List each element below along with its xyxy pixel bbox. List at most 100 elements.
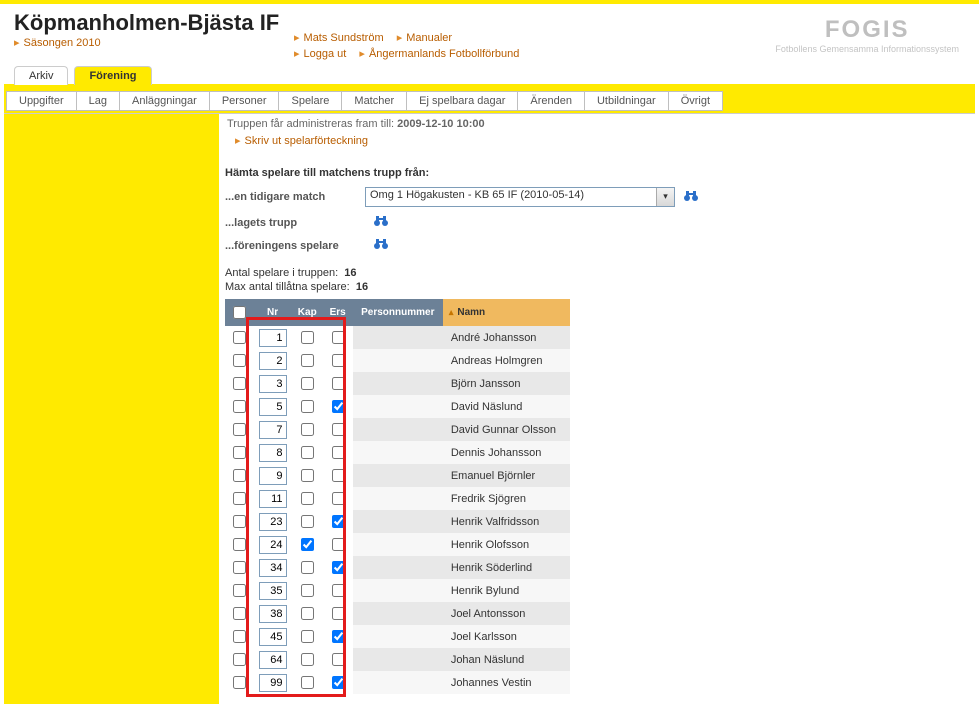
- kap-checkbox[interactable]: [301, 607, 314, 620]
- print-roster-link[interactable]: Skriv ut spelarförteckning: [235, 134, 368, 147]
- link-logout[interactable]: Logga ut: [294, 48, 346, 60]
- secondary-tab-matcher[interactable]: Matcher: [341, 91, 407, 111]
- ers-checkbox[interactable]: [332, 515, 345, 528]
- kap-checkbox[interactable]: [301, 561, 314, 574]
- col-personnummer[interactable]: Personnummer: [353, 299, 443, 326]
- team-squad-label: ...lagets trupp: [225, 217, 365, 229]
- ers-checkbox[interactable]: [332, 354, 345, 367]
- link-federation[interactable]: Ångermanlands Fotbollförbund: [359, 48, 519, 60]
- nr-input[interactable]: [259, 536, 287, 554]
- kap-checkbox[interactable]: [301, 354, 314, 367]
- nr-input[interactable]: [259, 513, 287, 531]
- kap-checkbox[interactable]: [301, 446, 314, 459]
- ers-checkbox[interactable]: [332, 377, 345, 390]
- nr-input[interactable]: [259, 605, 287, 623]
- ers-checkbox[interactable]: [332, 331, 345, 344]
- primary-tab-arkiv[interactable]: Arkiv: [14, 66, 68, 85]
- kap-checkbox[interactable]: [301, 515, 314, 528]
- row-select-checkbox[interactable]: [233, 653, 246, 666]
- kap-checkbox[interactable]: [301, 630, 314, 643]
- ers-checkbox[interactable]: [332, 607, 345, 620]
- binoculars-icon[interactable]: [373, 215, 389, 230]
- kap-checkbox[interactable]: [301, 653, 314, 666]
- ers-checkbox[interactable]: [332, 584, 345, 597]
- row-select-checkbox[interactable]: [233, 607, 246, 620]
- nr-input[interactable]: [259, 375, 287, 393]
- row-select-checkbox[interactable]: [233, 446, 246, 459]
- link-user[interactable]: Mats Sundström: [294, 32, 384, 44]
- row-select-checkbox[interactable]: [233, 354, 246, 367]
- row-select-checkbox[interactable]: [233, 331, 246, 344]
- kap-checkbox[interactable]: [301, 584, 314, 597]
- row-select-checkbox[interactable]: [233, 377, 246, 390]
- table-row: Fredrik Sjögren: [225, 487, 570, 510]
- kap-checkbox[interactable]: [301, 469, 314, 482]
- row-select-checkbox[interactable]: [233, 469, 246, 482]
- secondary-tab-utbildningar[interactable]: Utbildningar: [584, 91, 669, 111]
- link-manuals[interactable]: Manualer: [397, 32, 452, 44]
- row-select-checkbox[interactable]: [233, 492, 246, 505]
- col-kap[interactable]: Kap: [292, 299, 322, 326]
- select-all-checkbox[interactable]: [233, 306, 246, 319]
- nr-input[interactable]: [259, 559, 287, 577]
- player-name-cell: Henrik Söderlind: [443, 556, 570, 579]
- row-select-checkbox[interactable]: [233, 676, 246, 689]
- binoculars-icon[interactable]: [683, 190, 699, 205]
- count-max-label: Max antal tillåtna spelare:: [225, 281, 350, 293]
- ers-checkbox[interactable]: [332, 676, 345, 689]
- row-select-checkbox[interactable]: [233, 584, 246, 597]
- secondary-tab-uppgifter[interactable]: Uppgifter: [6, 91, 77, 111]
- brand-subtitle: Fotbollens Gemensamma Informationssystem: [775, 44, 959, 54]
- season-link[interactable]: Säsongen 2010: [14, 37, 101, 49]
- nr-input[interactable]: [259, 628, 287, 646]
- ers-checkbox[interactable]: [332, 423, 345, 436]
- secondary-tab-spelare[interactable]: Spelare: [278, 91, 342, 111]
- kap-checkbox[interactable]: [301, 538, 314, 551]
- ers-checkbox[interactable]: [332, 446, 345, 459]
- nr-input[interactable]: [259, 582, 287, 600]
- nr-input[interactable]: [259, 329, 287, 347]
- row-select-checkbox[interactable]: [233, 515, 246, 528]
- primary-tab-förening[interactable]: Förening: [74, 66, 151, 85]
- ers-checkbox[interactable]: [332, 538, 345, 551]
- col-ers[interactable]: Ers: [322, 299, 352, 326]
- row-select-checkbox[interactable]: [233, 423, 246, 436]
- secondary-tab-personer[interactable]: Personer: [209, 91, 280, 111]
- kap-checkbox[interactable]: [301, 400, 314, 413]
- prev-match-dropdown[interactable]: Omg 1 Högakusten - KB 65 IF (2010-05-14)…: [365, 187, 675, 207]
- secondary-tab-ej-spelbara-dagar[interactable]: Ej spelbara dagar: [406, 91, 518, 111]
- kap-checkbox[interactable]: [301, 676, 314, 689]
- kap-checkbox[interactable]: [301, 331, 314, 344]
- ers-checkbox[interactable]: [332, 469, 345, 482]
- secondary-tab-övrigt[interactable]: Övrigt: [668, 91, 723, 111]
- nr-input[interactable]: [259, 651, 287, 669]
- row-select-checkbox[interactable]: [233, 538, 246, 551]
- nr-input[interactable]: [259, 444, 287, 462]
- row-select-checkbox[interactable]: [233, 561, 246, 574]
- nr-input[interactable]: [259, 467, 287, 485]
- col-name[interactable]: Namn: [443, 299, 570, 326]
- nr-input[interactable]: [259, 674, 287, 692]
- row-select-checkbox[interactable]: [233, 400, 246, 413]
- tab-row-primary: Arkiv Förening: [4, 66, 975, 88]
- club-players-label: ...föreningens spelare: [225, 240, 365, 252]
- nr-input[interactable]: [259, 490, 287, 508]
- nr-input[interactable]: [259, 352, 287, 370]
- kap-checkbox[interactable]: [301, 377, 314, 390]
- kap-checkbox[interactable]: [301, 423, 314, 436]
- ers-checkbox[interactable]: [332, 492, 345, 505]
- secondary-tab-lag[interactable]: Lag: [76, 91, 120, 111]
- ers-checkbox[interactable]: [332, 400, 345, 413]
- ers-checkbox[interactable]: [332, 653, 345, 666]
- table-row: Emanuel Björnler: [225, 464, 570, 487]
- secondary-tab-anläggningar[interactable]: Anläggningar: [119, 91, 210, 111]
- row-select-checkbox[interactable]: [233, 630, 246, 643]
- ers-checkbox[interactable]: [332, 630, 345, 643]
- col-nr[interactable]: Nr: [253, 299, 292, 326]
- binoculars-icon[interactable]: [373, 238, 389, 253]
- nr-input[interactable]: [259, 398, 287, 416]
- kap-checkbox[interactable]: [301, 492, 314, 505]
- nr-input[interactable]: [259, 421, 287, 439]
- secondary-tab-ärenden[interactable]: Ärenden: [517, 91, 585, 111]
- ers-checkbox[interactable]: [332, 561, 345, 574]
